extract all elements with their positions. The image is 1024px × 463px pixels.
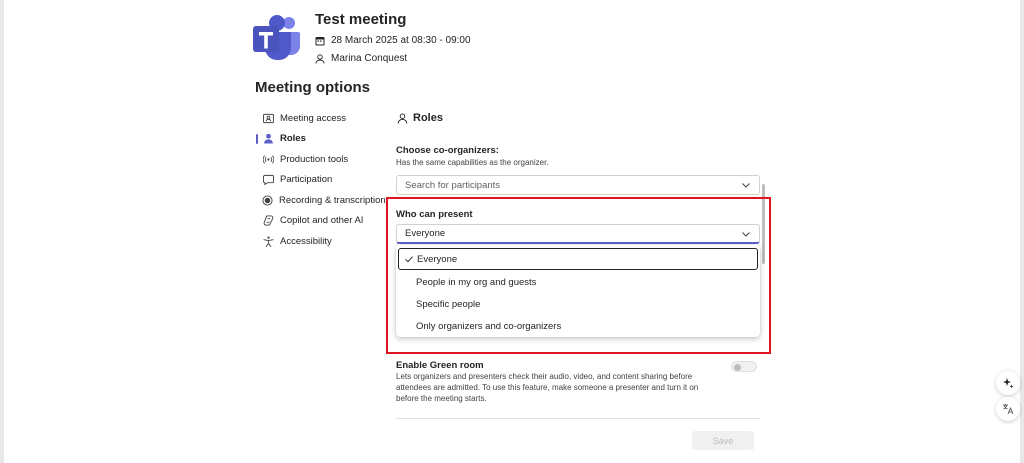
- accessibility-icon: [262, 235, 274, 247]
- sidebar-item-meeting-access[interactable]: Meeting access: [255, 108, 385, 129]
- co-organizers-search[interactable]: Search for participants: [396, 175, 760, 195]
- translate-button[interactable]: [996, 397, 1020, 421]
- person-icon: [315, 53, 325, 64]
- meeting-organizer-row: Marina Conquest: [315, 53, 407, 64]
- sidebar-item-participation[interactable]: Participation: [255, 170, 385, 191]
- broadcast-icon: [262, 153, 274, 165]
- sidebar-item-label: Production tools: [280, 153, 349, 165]
- record-icon: [262, 194, 273, 206]
- calendar-icon: [315, 36, 325, 45]
- translate-icon: [1003, 404, 1014, 415]
- highlight-annotation-box: [386, 197, 771, 354]
- window-edge-left: [0, 0, 4, 463]
- sidebar-item-copilot[interactable]: Copilot and other AI: [255, 211, 385, 232]
- sidebar-item-label: Meeting access: [280, 112, 347, 124]
- green-room-title: Enable Green room: [396, 360, 484, 371]
- meeting-organizer: Marina Conquest: [331, 53, 408, 64]
- roles-heading-label: Roles: [413, 112, 443, 124]
- sidebar-item-label: Roles: [280, 133, 306, 145]
- co-organizers-label: Choose co-organizers:: [396, 145, 499, 156]
- sidebar-item-production-tools[interactable]: Production tools: [255, 149, 385, 170]
- sidebar-item-recording[interactable]: Recording & transcription: [255, 190, 386, 211]
- chevron-down-icon: [742, 183, 750, 188]
- window-edge-right: [1020, 0, 1024, 463]
- sidebar-item-accessibility[interactable]: Accessibility: [255, 231, 385, 252]
- sidebar-item-label: Accessibility: [280, 235, 332, 247]
- meeting-date-row: 28 March 2025 at 08:30 - 09:00: [315, 35, 471, 46]
- footer-divider: [396, 418, 760, 419]
- meeting-title: Test meeting: [315, 11, 407, 28]
- meeting-date: 28 March 2025 at 08:30 - 09:00: [331, 35, 471, 46]
- active-indicator: [256, 133, 258, 144]
- green-room-description: Lets organizers and presenters check the…: [396, 372, 699, 403]
- page-title: Meeting options: [255, 79, 370, 96]
- green-room-toggle[interactable]: [731, 361, 757, 372]
- options-sidebar: Meeting access Roles Production tools Pa…: [255, 108, 386, 252]
- copilot-icon: [262, 215, 274, 227]
- sparkle-icon: [1003, 378, 1014, 389]
- sidebar-item-label: Recording & transcription: [279, 194, 386, 206]
- person-icon: [397, 112, 408, 124]
- search-placeholder: Search for participants: [405, 179, 501, 191]
- teams-logo-icon: [253, 15, 300, 60]
- sidebar-item-roles[interactable]: Roles: [255, 129, 385, 150]
- sparkle-button[interactable]: [996, 371, 1020, 395]
- chat-icon: [262, 174, 274, 186]
- toggle-knob: [734, 363, 741, 371]
- sidebar-item-label: Copilot and other AI: [280, 215, 364, 227]
- save-button[interactable]: Save: [692, 431, 754, 450]
- sidebar-item-label: Participation: [280, 174, 333, 186]
- person-filled-icon: [262, 133, 274, 145]
- roles-heading: Roles: [397, 112, 443, 124]
- meeting-access-icon: [262, 112, 274, 124]
- co-organizers-sub: Has the same capabilities as the organiz…: [396, 158, 549, 167]
